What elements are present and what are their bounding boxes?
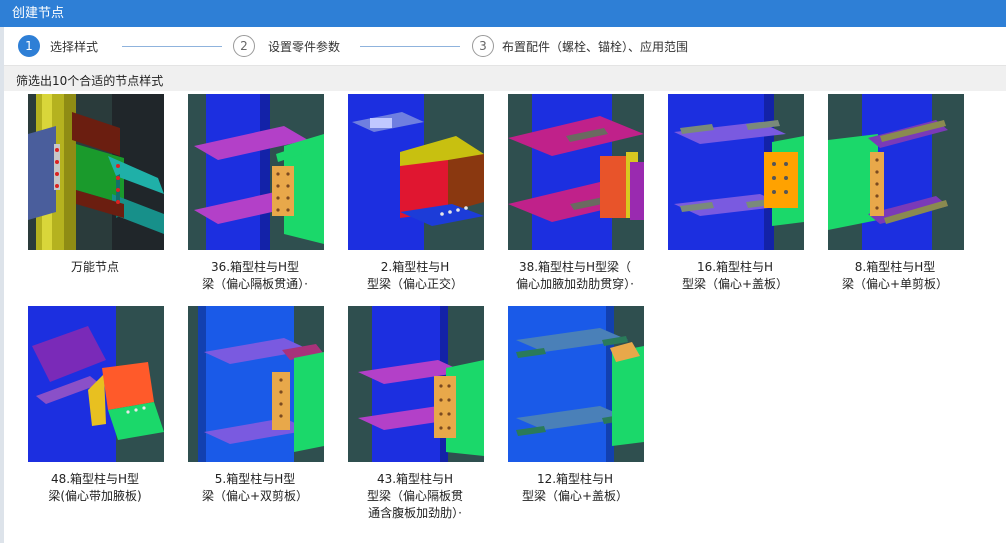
box-column-h-beam-icon [188,306,324,462]
box-column-h-beam-icon [508,306,644,462]
node-caption: 5.箱型柱与H型 梁（偏心+双剪板） [201,472,309,503]
step-1-circle[interactable]: 1 [18,35,40,57]
universal-node-icon [28,94,164,250]
node-caption: 万能节点 [70,260,119,274]
box-column-h-beam-icon [828,94,964,250]
box-column-h-beam-icon [508,94,644,250]
filter-bar: 筛选出10个合适的节点样式 [4,65,1006,91]
box-column-h-beam-icon [188,94,324,250]
node-caption: 2.箱型柱与H 型梁（偏心正交） [366,260,463,291]
box-column-h-beam-icon [348,306,484,462]
step-connector-2 [360,46,460,47]
node-card-12[interactable]: 12.箱型柱与H 型梁（偏心+盖板） [500,306,650,511]
node-caption: 43.箱型柱与H 型梁（偏心隔板贯 通含腹板加劲肋）· [366,472,463,520]
node-card-universal[interactable]: 万能节点 [20,94,170,299]
step-3-circle[interactable]: 3 [472,35,494,57]
window-title: 创建节点 [12,6,65,21]
node-caption: 16.箱型柱与H 型梁（偏心+盖板） [681,260,789,291]
node-card-5[interactable]: 5.箱型柱与H型 梁（偏心+双剪板） [180,306,330,511]
node-caption: 8.箱型柱与H型 梁（偏心+单剪板） [841,260,949,291]
node-card-8[interactable]: 8.箱型柱与H型 梁（偏心+单剪板） [820,94,970,299]
node-card-38[interactable]: 38.箱型柱与H型梁（ 偏心加腋加劲肋贯穿）· [500,94,650,299]
node-card-48[interactable]: 48.箱型柱与H型 梁(偏心带加腋板) [20,306,170,511]
node-card-43[interactable]: 43.箱型柱与H 型梁（偏心隔板贯 通含腹板加劲肋）· [340,306,490,520]
window-left-edge [0,27,4,543]
box-column-h-beam-icon [28,306,164,462]
window-titlebar: 创建节点 [0,0,1006,27]
box-column-h-beam-icon [668,94,804,250]
step-1-label[interactable]: 选择样式 [50,38,98,55]
step-2-label[interactable]: 设置零件参数 [268,38,340,55]
step-connector-1 [122,46,222,47]
node-card-2[interactable]: 2.箱型柱与H 型梁（偏心正交） [340,94,490,299]
node-caption: 36.箱型柱与H型 梁（偏心隔板贯通）· [202,260,308,291]
node-caption: 38.箱型柱与H型梁（ 偏心加腋加劲肋贯穿）· [516,260,634,291]
node-card-36[interactable]: 36.箱型柱与H型 梁（偏心隔板贯通）· [180,94,330,299]
wizard-steps: 1 选择样式 2 设置零件参数 3 布置配件（螺栓、锚栓）、应用范围 [4,27,1006,65]
step-2-circle[interactable]: 2 [233,35,255,57]
box-column-h-beam-icon [348,94,484,250]
node-caption: 48.箱型柱与H型 梁(偏心带加腋板) [48,472,142,503]
node-caption: 12.箱型柱与H 型梁（偏心+盖板） [521,472,629,503]
node-card-16[interactable]: 16.箱型柱与H 型梁（偏心+盖板） [660,94,810,299]
step-3-label[interactable]: 布置配件（螺栓、锚栓）、应用范围 [502,38,688,55]
filter-label: 筛选出10个合适的节点样式 [16,74,164,88]
